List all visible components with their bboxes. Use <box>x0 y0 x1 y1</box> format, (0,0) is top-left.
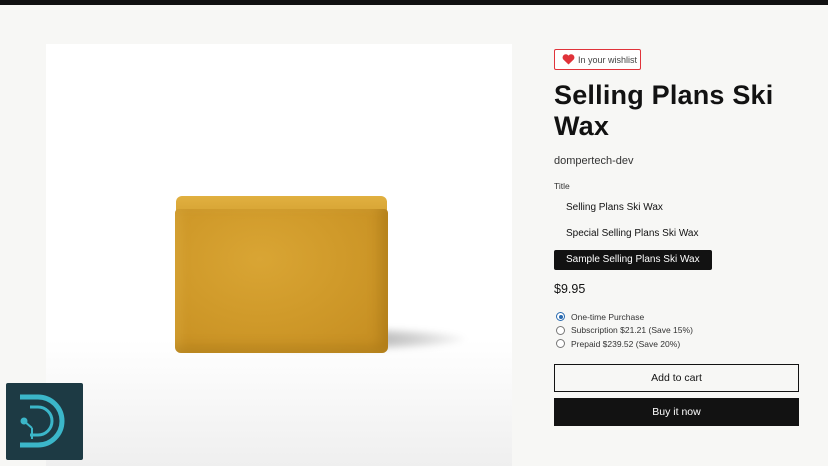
product-title: Selling Plans Ski Wax <box>554 80 774 141</box>
wax-bar <box>175 209 388 353</box>
product-price: $9.95 <box>554 282 586 296</box>
variant-option-sample[interactable]: Sample Selling Plans Ski Wax <box>554 250 712 270</box>
plan-option-one-time[interactable]: One-time Purchase <box>556 310 693 323</box>
plan-label: One-time Purchase <box>571 311 645 322</box>
wishlist-label: In your wishlist <box>578 54 638 65</box>
plan-label: Subscription $21.21 (Save 15%) <box>571 325 693 335</box>
top-bar <box>0 0 828 5</box>
variant-option-selling-plans[interactable]: Selling Plans Ski Wax <box>554 198 675 218</box>
heart-icon <box>562 54 575 65</box>
selling-plan-options: One-time Purchase Subscription $21.21 (S… <box>556 310 693 351</box>
radio-button[interactable] <box>556 339 565 348</box>
product-vendor: dompertech-dev <box>554 155 634 167</box>
plan-option-prepaid[interactable]: Prepaid $239.52 (Save 20%) <box>556 337 693 350</box>
variant-option-label: Title <box>554 181 570 191</box>
product-image[interactable] <box>46 44 512 466</box>
wishlist-button[interactable]: In your wishlist <box>554 49 641 70</box>
dompertech-logo <box>6 383 83 460</box>
add-to-cart-button[interactable]: Add to cart <box>554 364 799 392</box>
plan-option-subscription[interactable]: Subscription $21.21 (Save 15%) <box>556 324 693 337</box>
buy-now-button[interactable]: Buy it now <box>554 398 799 426</box>
radio-button[interactable] <box>556 325 565 335</box>
radio-button[interactable] <box>556 312 565 321</box>
plan-label: Prepaid $239.52 (Save 20%) <box>571 338 681 349</box>
variant-option-special[interactable]: Special Selling Plans Ski Wax <box>554 224 710 244</box>
